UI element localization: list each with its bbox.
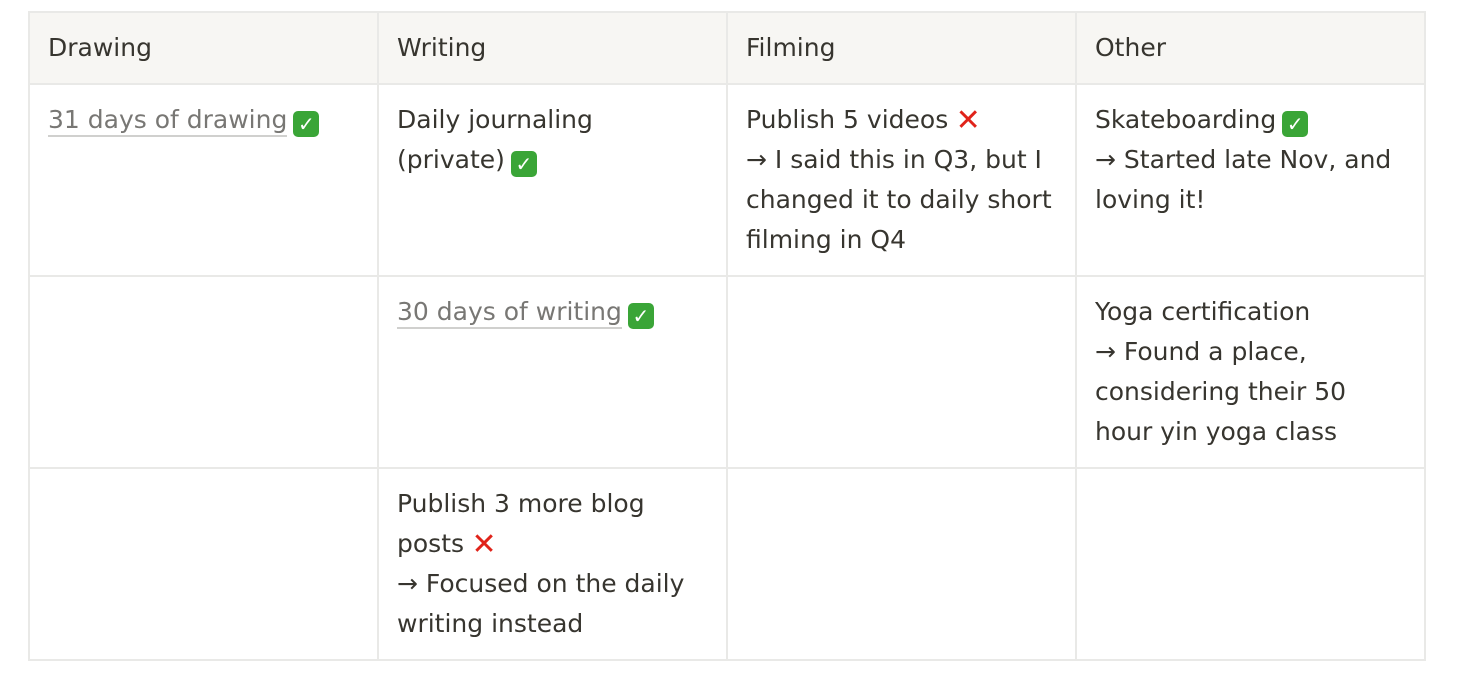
cell-filming[interactable]: Publish 5 videos ✕ → I said this in Q3, b… — [726, 83, 1077, 277]
cell-note: → Found a place, considering their 50 ho… — [1095, 337, 1347, 446]
table-header-row: Drawing Writing Filming Other — [28, 11, 1426, 85]
cell-text: Daily journaling (private) — [397, 105, 593, 174]
check-mark-icon: ✓ — [627, 303, 654, 329]
check-mark-icon: ✓ — [510, 151, 537, 177]
cell-writing[interactable]: 30 days of writing ✓ — [377, 275, 728, 469]
header-other[interactable]: Other — [1075, 11, 1426, 85]
header-filming[interactable]: Filming — [726, 11, 1077, 85]
cell-other[interactable] — [1075, 467, 1426, 661]
page-link[interactable]: 30 days of writing — [397, 297, 622, 329]
cell-text: Publish 5 videos — [746, 105, 949, 134]
cell-writing[interactable]: Daily journaling (private) ✓ — [377, 83, 728, 277]
cell-drawing[interactable] — [28, 467, 379, 661]
table-row: 30 days of writing ✓ Yoga certification →… — [28, 275, 1426, 469]
cell-text: Publish 3 more blog posts — [397, 489, 645, 558]
cell-other[interactable]: Skateboarding ✓ → Started late Nov, and l… — [1075, 83, 1426, 277]
check-mark-icon: ✓ — [293, 111, 320, 137]
table-row: Publish 3 more blog posts ✕ → Focused on … — [28, 467, 1426, 661]
cell-text: Skateboarding — [1095, 105, 1277, 134]
cell-note: → Focused on the daily writing instead — [397, 569, 685, 638]
check-mark-icon: ✓ — [1282, 111, 1309, 137]
cell-drawing[interactable]: 31 days of drawing ✓ — [28, 83, 379, 277]
table-row: 31 days of drawing ✓ Daily journaling (pr… — [28, 83, 1426, 277]
cross-mark-icon: ✕ — [471, 527, 497, 562]
cell-filming[interactable] — [726, 275, 1077, 469]
cell-drawing[interactable] — [28, 275, 379, 469]
cross-mark-icon: ✕ — [955, 103, 981, 138]
page-link[interactable]: 31 days of drawing — [48, 105, 288, 137]
cell-note: → I said this in Q3, but I changed it to… — [746, 145, 1052, 254]
header-drawing[interactable]: Drawing — [28, 11, 379, 85]
goals-table: Drawing Writing Filming Other 31 days of… — [28, 11, 1426, 661]
cell-other[interactable]: Yoga certification → Found a place, cons… — [1075, 275, 1426, 469]
cell-filming[interactable] — [726, 467, 1077, 661]
goals-table-container: Drawing Writing Filming Other 31 days of… — [28, 11, 1426, 661]
cell-note: → Started late Nov, and loving it! — [1095, 145, 1392, 214]
cell-text: Yoga certification — [1095, 297, 1311, 326]
header-writing[interactable]: Writing — [377, 11, 728, 85]
cell-writing[interactable]: Publish 3 more blog posts ✕ → Focused on … — [377, 467, 728, 661]
